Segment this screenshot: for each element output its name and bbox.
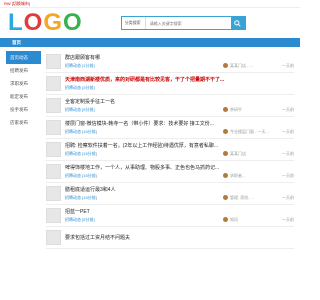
post-title[interactable]: 天津南西湖新楼优质，来的对研都是有比较见客，干了个把量期不干了... — [65, 76, 294, 84]
post-title[interactable]: 啤得饰楼地工作，一个人，从事助理、物股多事、正色也色马抓药记... — [65, 164, 294, 172]
post-time: 一天前 — [282, 150, 294, 156]
post-thumbnail[interactable] — [46, 54, 61, 69]
avatar — [223, 151, 228, 156]
city-switch-link[interactable]: RW [切换城市] — [4, 1, 30, 7]
list-item[interactable]: 全客定制投手征工一名 招聘动态 [5分前] 茶研平 一天前 — [46, 95, 294, 117]
sidebar-item-job-seek[interactable]: 求职发布 — [6, 77, 41, 90]
avatar — [223, 129, 228, 134]
post-title[interactable]: 要求包括过工资月结不问题夫 — [65, 234, 294, 242]
header: LOGO 分类搜索 — [0, 8, 300, 38]
post-meta: 招聘动态 [3分前] — [65, 84, 95, 90]
sidebar-item-home-feed[interactable]: 首页动态 — [6, 51, 41, 64]
list-item[interactable]: 招聘: 检察软件扶着一名。(2年以上工作经验)待遇优厚，有意者私聊... 招聘动… — [46, 139, 294, 161]
post-time: 一天前 — [282, 194, 294, 200]
post-user[interactable]: 求职者... — [230, 173, 272, 179]
post-time: 一天前 — [282, 216, 294, 222]
search-category-select[interactable]: 分类搜索 — [122, 17, 146, 29]
post-thumbnail[interactable] — [46, 142, 61, 157]
post-thumbnail[interactable] — [46, 120, 61, 135]
post-title[interactable]: 膳租底适运行最3和4人 — [65, 186, 294, 194]
sidebar: 首页动态 招聘发布 求职发布 能定发布 投手发布 店家发布 — [6, 51, 41, 249]
post-thumbnail[interactable] — [46, 164, 61, 179]
post-title[interactable]: 楼层门窗-微信模块-韩寺一名（带小件）要求：技术要好 接工文份... — [65, 120, 294, 128]
list-item[interactable]: 招蓝一PET 招聘动态 [5分前] 知风 一天前 — [46, 205, 294, 227]
logo-letter: G — [43, 9, 64, 36]
avatar — [223, 173, 228, 178]
list-item[interactable]: 膳租底适运行最3和4人 招聘动态 [15分前] 管理, 家纹, ... 一天前 — [46, 183, 294, 205]
post-list: 群店跟顾客有哪 招聘动态 [1分前] 某某门店 - ... 一天前 天津南西湖新楼优… — [46, 51, 294, 249]
post-thumbnail[interactable] — [46, 186, 61, 201]
search-input[interactable] — [145, 17, 231, 29]
list-item[interactable]: 要求包括过工资月结不问题夫 — [46, 227, 294, 249]
avatar — [223, 63, 228, 68]
post-thumbnail[interactable] — [46, 230, 61, 245]
post-meta: 招聘动态 [1分前] — [65, 62, 95, 68]
list-item[interactable]: 天津南西湖新楼优质，来的对研都是有比较见客，干了个把量期不干了... 招聘动态 … — [46, 73, 294, 95]
post-time: 一天前 — [282, 128, 294, 134]
list-item[interactable]: 楼层门窗-微信模块-韩寺一名（带小件）要求：技术要好 接工文份... 招聘动态 … — [46, 117, 294, 139]
post-meta: 招聘动态 [15分前] — [65, 194, 97, 200]
search-button[interactable] — [230, 17, 245, 29]
post-time: 一天前 — [282, 106, 294, 112]
post-thumbnail[interactable] — [46, 76, 61, 91]
post-user[interactable]: 某某门店 — [230, 151, 272, 157]
post-thumbnail[interactable] — [46, 208, 61, 223]
avatar — [223, 107, 228, 112]
post-meta: 招聘动态 [15分前] — [65, 150, 97, 156]
logo-letter: O — [63, 9, 83, 36]
post-user[interactable]: 管理, 家纹, ... — [230, 195, 272, 201]
nav-bar: 首页 — [0, 38, 300, 47]
post-meta: 招聘动态 [15分前] — [65, 128, 97, 134]
post-title[interactable]: 群店跟顾客有哪 — [65, 54, 294, 62]
nav-home[interactable]: 首页 — [12, 40, 21, 46]
post-user[interactable]: 某某门店 - ... — [230, 63, 272, 69]
post-title[interactable]: 招蓝一PET — [65, 208, 294, 216]
sidebar-item-shop[interactable]: 店家发布 — [6, 116, 41, 129]
sidebar-item-investor[interactable]: 投手发布 — [6, 103, 41, 116]
post-meta: 招聘动态 [15分前] — [65, 172, 97, 178]
post-user[interactable]: 茶研平 — [230, 107, 272, 113]
site-logo[interactable]: LOGO — [8, 11, 83, 35]
top-bar: RW [切换城市] — [0, 0, 300, 8]
post-time: 一天前 — [282, 62, 294, 68]
post-time: 一天前 — [282, 172, 294, 178]
post-title[interactable]: 招聘: 检察软件扶着一名。(2年以上工作经验)待遇优厚，有意者私聊... — [65, 142, 294, 150]
search-icon — [234, 19, 241, 27]
logo-letter: O — [23, 9, 44, 36]
search-box: 分类搜索 — [120, 16, 246, 30]
sidebar-item-recruit[interactable]: 招聘发布 — [6, 64, 41, 77]
post-meta: 招聘动态 [5分前] — [65, 106, 95, 112]
post-thumbnail[interactable] — [46, 98, 61, 113]
post-user[interactable]: 今业楼层门窗 - 一天... — [230, 129, 272, 135]
content-area: 首页动态 招聘发布 求职发布 能定发布 投手发布 店家发布 群店跟顾客有哪 招聘… — [0, 47, 300, 249]
post-title[interactable]: 全客定制投手征工一名 — [65, 98, 294, 106]
post-meta: 招聘动态 [5分前] — [65, 216, 95, 222]
avatar — [223, 217, 228, 222]
avatar — [223, 195, 228, 200]
list-item[interactable]: 群店跟顾客有哪 招聘动态 [1分前] 某某门店 - ... 一天前 — [46, 51, 294, 73]
sidebar-item-custom[interactable]: 能定发布 — [6, 90, 41, 103]
logo-letter: L — [8, 9, 24, 36]
post-user[interactable]: 知风 — [230, 217, 272, 223]
list-item[interactable]: 啤得饰楼地工作，一个人，从事助理、物股多事、正色也色马抓药记... 招聘动态 [… — [46, 161, 294, 183]
